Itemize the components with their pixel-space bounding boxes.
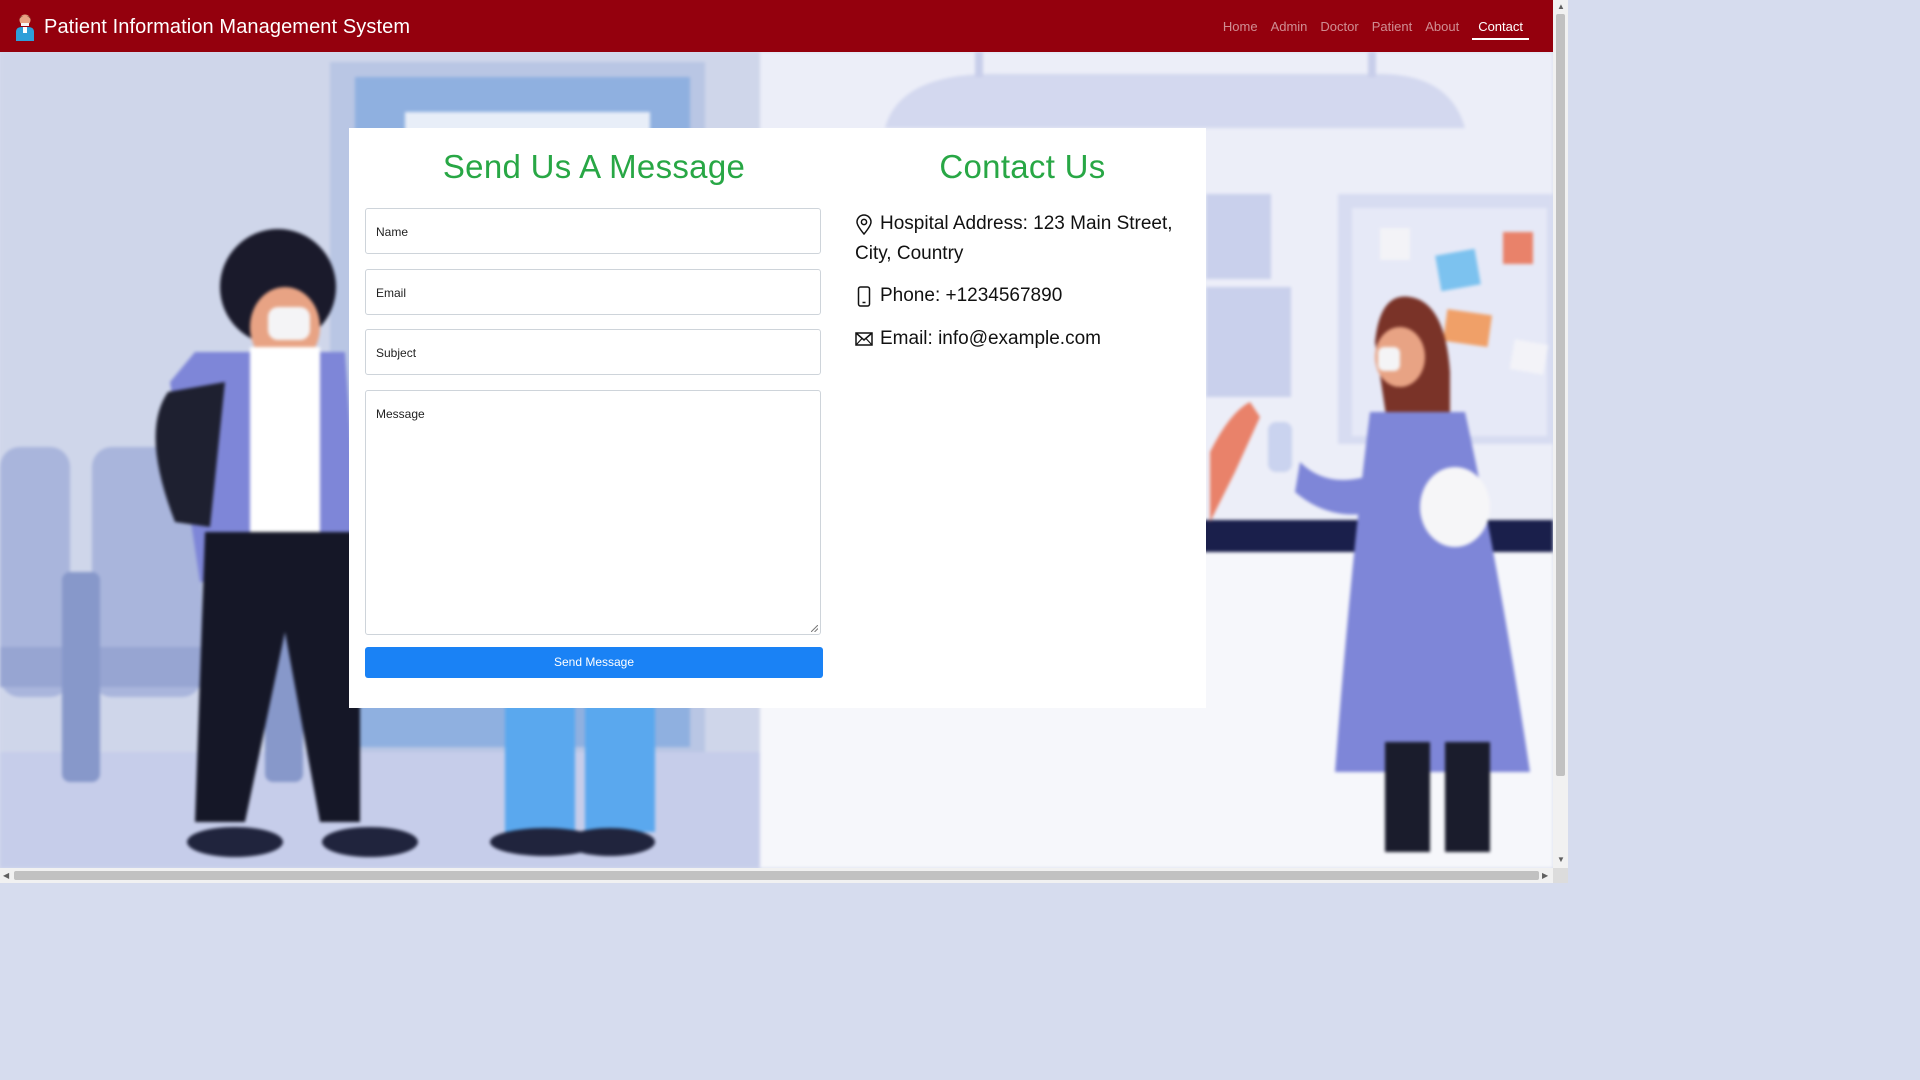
map-pin-icon bbox=[856, 214, 872, 235]
name-placeholder: Name bbox=[376, 225, 409, 239]
nav-link-admin[interactable]: Admin bbox=[1271, 13, 1308, 40]
contact-card: Send Us A Message Name Email Subject Mes… bbox=[349, 128, 1206, 708]
scroll-right-icon[interactable]: ▶ bbox=[1542, 871, 1548, 880]
email-input[interactable]: Email bbox=[365, 269, 821, 315]
message-placeholder: Message bbox=[376, 407, 425, 421]
horizontal-scrollbar[interactable]: ◀ ▶ bbox=[0, 868, 1553, 883]
nav-links: Home Admin Doctor Patient About Contact bbox=[1210, 0, 1529, 52]
scroll-up-icon[interactable]: ▲ bbox=[1557, 2, 1565, 11]
address-line-2: City, Country bbox=[855, 243, 964, 264]
contact-heading: Contact Us bbox=[939, 148, 1106, 185]
vertical-scrollbar[interactable]: ▲ ▼ bbox=[1553, 0, 1568, 868]
address-item: Hospital Address: 123 Main Street, City,… bbox=[855, 209, 1173, 269]
message-textarea[interactable]: Message bbox=[365, 390, 821, 635]
brand-title: Patient Information Management System bbox=[44, 15, 411, 38]
email-text: Email: info@example.com bbox=[880, 328, 1101, 349]
subject-input[interactable]: Subject bbox=[365, 329, 821, 375]
brand-link[interactable]: Patient Information Management System bbox=[14, 12, 410, 42]
form-heading: Send Us A Message bbox=[442, 148, 746, 185]
nav-link-doctor[interactable]: Doctor bbox=[1320, 13, 1358, 40]
email-item: Email: info@example.com bbox=[855, 324, 1101, 354]
scrollbar-corner bbox=[1553, 868, 1568, 883]
send-message-button[interactable]: Send Message bbox=[365, 647, 823, 678]
message-form: Send Us A Message Name Email Subject Mes… bbox=[365, 128, 823, 678]
vertical-scroll-thumb[interactable] bbox=[1556, 14, 1565, 776]
address-text: Hospital Address: 123 Main Street, City,… bbox=[855, 209, 1173, 269]
address-line-1: Hospital Address: 123 Main Street, bbox=[880, 213, 1173, 234]
resize-handle-icon[interactable] bbox=[811, 625, 818, 632]
envelope-icon bbox=[855, 332, 873, 346]
nav-link-about[interactable]: About bbox=[1425, 13, 1459, 40]
phone-icon bbox=[857, 286, 871, 307]
scroll-down-icon[interactable]: ▼ bbox=[1557, 855, 1565, 864]
phone-item: Phone: +1234567890 bbox=[855, 281, 1062, 311]
user-doctor-icon bbox=[16, 14, 34, 41]
top-navbar: Patient Information Management System Ho… bbox=[0, 0, 1553, 52]
scroll-left-icon[interactable]: ◀ bbox=[3, 871, 9, 880]
nav-link-contact[interactable]: Contact bbox=[1472, 13, 1529, 40]
nav-link-patient[interactable]: Patient bbox=[1372, 13, 1412, 40]
horizontal-scroll-thumb[interactable] bbox=[14, 871, 1539, 880]
nav-link-home[interactable]: Home bbox=[1223, 13, 1258, 40]
contact-info: Contact Us Hospital Address: 123 Main St… bbox=[855, 128, 1190, 349]
subject-placeholder: Subject bbox=[376, 346, 417, 360]
name-input[interactable]: Name bbox=[365, 208, 821, 254]
phone-text: Phone: +1234567890 bbox=[880, 285, 1063, 306]
email-placeholder: Email bbox=[376, 286, 407, 300]
